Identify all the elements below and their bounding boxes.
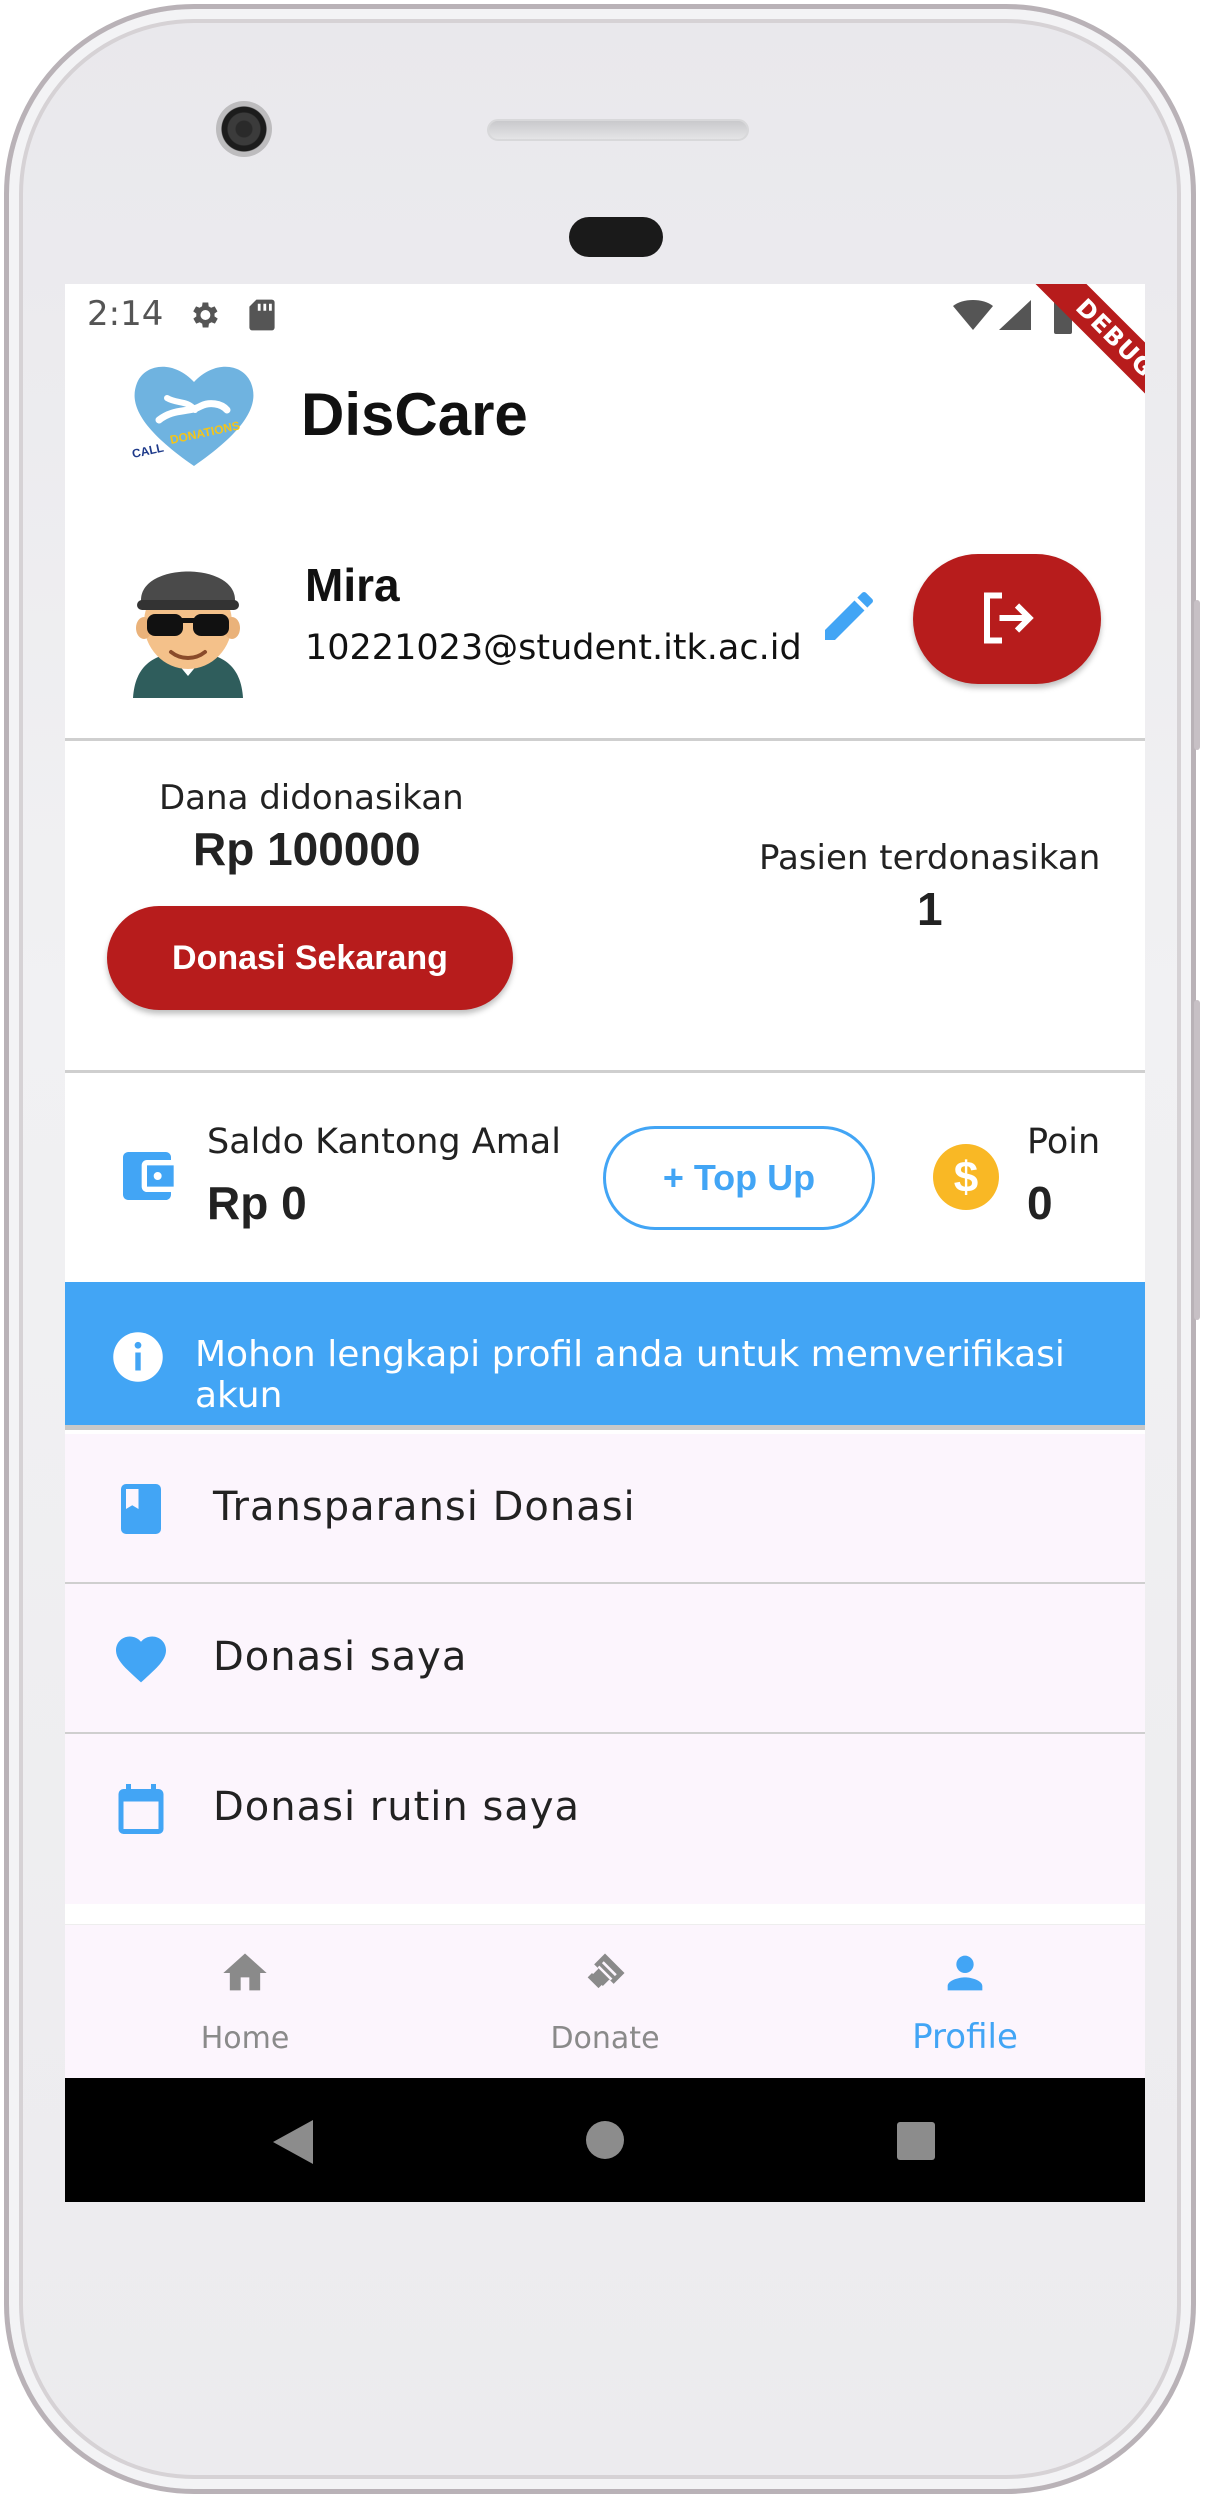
home-circle-icon[interactable] bbox=[585, 2120, 625, 2160]
verification-banner-text: Mohon lengkapi profil anda untuk memveri… bbox=[195, 1334, 1065, 1416]
nav-label-home: Home bbox=[200, 2021, 290, 2056]
user-name: Mira bbox=[305, 559, 400, 611]
donation-stats: Dana didonasikan Rp 100000 Donasi Sekara… bbox=[65, 740, 1145, 1070]
wallet-balance-value: Rp 0 bbox=[207, 1177, 307, 1229]
back-icon[interactable] bbox=[273, 2120, 313, 2164]
logout-icon bbox=[984, 592, 1034, 644]
info-icon bbox=[113, 1332, 163, 1382]
profile-menu: Transparansi Donasi Donasi saya Donasi r… bbox=[65, 1434, 1145, 1904]
wallet-balance-label: Saldo Kantong Amal bbox=[207, 1122, 561, 1162]
handshake-icon bbox=[587, 1953, 625, 1989]
nav-label-donate: Donate bbox=[550, 2021, 660, 2056]
system-navigation-bar bbox=[65, 2078, 1145, 2202]
settings-icon bbox=[193, 302, 218, 328]
menu-item-label: Donasi saya bbox=[213, 1634, 468, 1680]
app-logo: CALL DONATIONS bbox=[131, 366, 254, 466]
coin-icon: $ bbox=[933, 1144, 999, 1210]
menu-item-donasi-rutin-saya[interactable]: Donasi rutin saya bbox=[65, 1734, 1145, 1884]
user-email: 10221023@student.itk.ac.id bbox=[305, 628, 802, 668]
svg-text:$: $ bbox=[954, 1153, 978, 1202]
earpiece-speaker bbox=[487, 119, 749, 141]
wifi-icon bbox=[953, 300, 993, 330]
volume-button bbox=[1194, 1000, 1200, 1320]
recents-icon[interactable] bbox=[897, 2122, 935, 2160]
edit-profile-button[interactable] bbox=[817, 584, 881, 648]
sd-card-icon bbox=[249, 299, 275, 331]
wallet-row: Saldo Kantong Amal Rp 0 + Top Up $ Poin … bbox=[65, 1072, 1145, 1282]
menu-item-label: Transparansi Donasi bbox=[213, 1484, 636, 1530]
points-label: Poin bbox=[1027, 1122, 1101, 1162]
svg-text:CALL: CALL bbox=[131, 441, 165, 461]
app-screen: 2:14 DEBUG CALL DONATIONS DisCare Mira 1… bbox=[65, 284, 1145, 2202]
front-camera bbox=[216, 101, 272, 157]
wallet-icon bbox=[123, 1152, 174, 1200]
menu-item-transparansi-donasi[interactable]: Transparansi Donasi bbox=[65, 1434, 1145, 1584]
heart-icon bbox=[116, 1636, 166, 1683]
funds-donated-value: Rp 100000 bbox=[193, 823, 421, 875]
menu-item-donasi-saya[interactable]: Donasi saya bbox=[65, 1584, 1145, 1734]
book-icon bbox=[121, 1484, 161, 1534]
nav-item-donate[interactable]: Donate bbox=[425, 1925, 785, 2079]
proximity-sensor bbox=[569, 217, 663, 257]
menu-item-label: Donasi rutin saya bbox=[213, 1784, 580, 1830]
home-icon bbox=[223, 1953, 267, 1991]
nav-item-home[interactable]: Home bbox=[65, 1925, 425, 2079]
app-bar: CALL DONATIONS DisCare bbox=[65, 348, 1145, 488]
logout-button[interactable] bbox=[913, 554, 1101, 684]
patients-donated-label: Pasien terdonasikan bbox=[759, 838, 1101, 878]
bottom-navigation: Home Donate Profile bbox=[65, 1924, 1145, 2078]
verification-banner[interactable]: Mohon lengkapi profil anda untuk memveri… bbox=[65, 1282, 1145, 1430]
funds-donated-label: Dana didonasikan bbox=[159, 778, 464, 818]
calendar-icon bbox=[118, 1784, 164, 1834]
person-icon bbox=[947, 1955, 983, 1991]
top-up-button[interactable]: + Top Up bbox=[603, 1126, 875, 1230]
power-button bbox=[1194, 600, 1200, 750]
signal-icon bbox=[999, 300, 1031, 330]
patients-donated-value: 1 bbox=[917, 883, 943, 935]
donate-now-button[interactable]: Donasi Sekarang bbox=[107, 906, 513, 1010]
avatar bbox=[133, 571, 243, 698]
status-bar: 2:14 DEBUG bbox=[65, 284, 1145, 433]
status-time: 2:14 bbox=[87, 294, 164, 334]
nav-label-profile: Profile bbox=[912, 2017, 1018, 2057]
profile-section: Mira 10221023@student.itk.ac.id bbox=[65, 488, 1145, 738]
points-value: 0 bbox=[1027, 1177, 1053, 1229]
nav-item-profile[interactable]: Profile bbox=[785, 1925, 1145, 2079]
app-title: DisCare bbox=[301, 381, 528, 448]
